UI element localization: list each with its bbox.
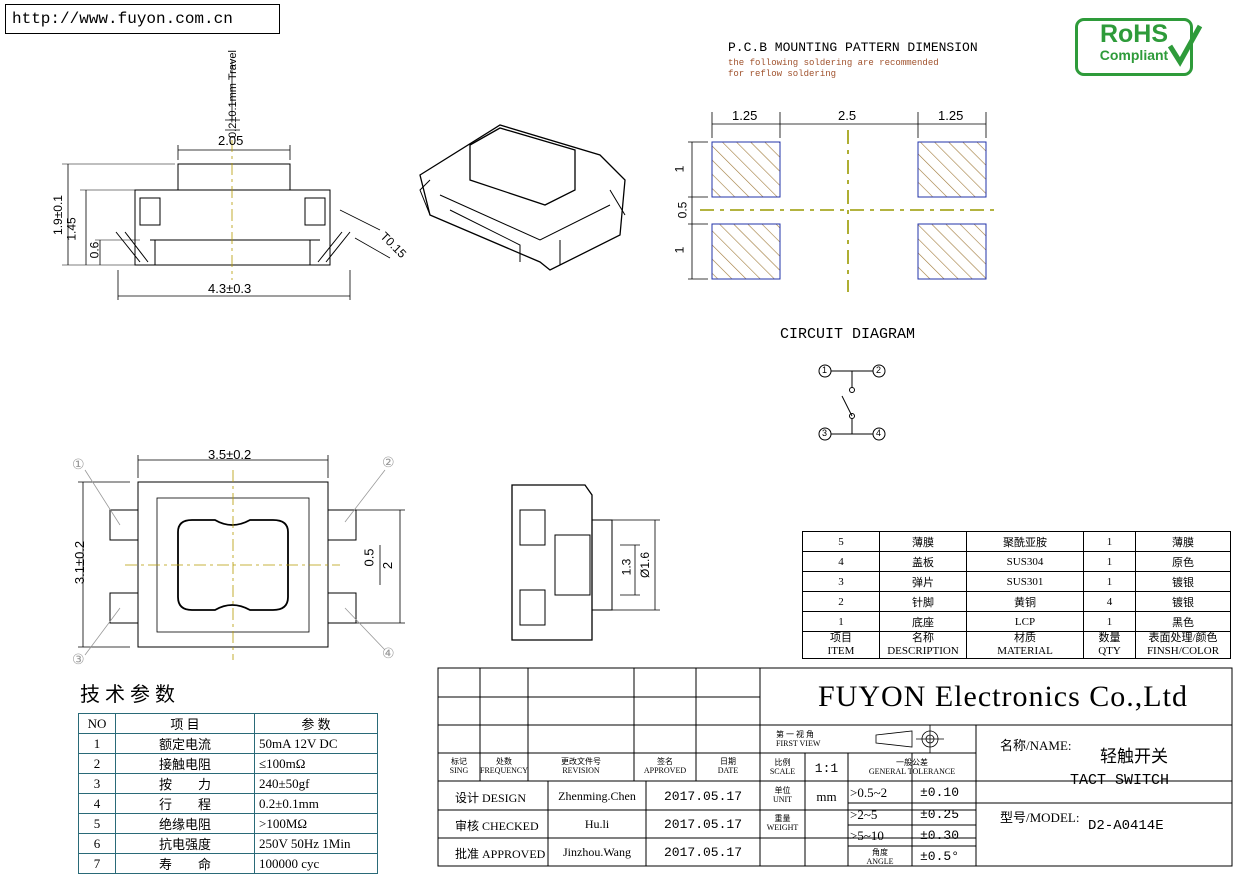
model-value: D2-A0414E xyxy=(1088,818,1164,834)
rev-header-cn: 更改文件号 xyxy=(561,757,601,766)
design-date: 2017.05.17 xyxy=(663,789,742,804)
rev-header-en: APPROVED xyxy=(643,766,687,775)
first-view-cn: 第 一 视 角 xyxy=(776,730,814,739)
rev-header-cn: 签名 xyxy=(657,757,673,766)
checked-label: 审核 CHECKED xyxy=(455,819,539,833)
rev-header-cn: 处数 xyxy=(496,757,512,766)
first-view-icon xyxy=(875,725,944,753)
rev-header-en: REVISION xyxy=(562,766,600,775)
model-label: 型号/MODEL: xyxy=(1000,810,1080,825)
design-label: 设计 DESIGN xyxy=(455,791,526,805)
company-name: FUYON Electronics Co.,Ltd xyxy=(818,680,1188,713)
checked-name: Hu.li xyxy=(584,817,610,831)
unit-cn: 单位 xyxy=(774,786,791,795)
unit-label: 单位 UNIT xyxy=(760,786,805,804)
scale-label: 比例 SCALE xyxy=(760,758,805,776)
tol-value-3: ±0.30 xyxy=(920,828,960,843)
first-view-label: 第 一 视 角 FIRST VIEW xyxy=(776,730,820,748)
unit-en: UNIT xyxy=(772,795,793,804)
angle-en: ANGLE xyxy=(866,857,894,866)
tolerance-label: 一般公差 GENERAL TOLERANCE xyxy=(848,758,976,776)
unit-value: mm xyxy=(816,789,837,804)
weight-en: WEIGHT xyxy=(766,823,799,832)
approved-label: 批准 APPROVED xyxy=(455,847,546,861)
weight-cn: 重量 xyxy=(774,814,791,823)
tolerance-cn: 一般公差 xyxy=(896,758,928,767)
rev-header-en: DATE xyxy=(717,766,739,775)
rev-header-approved: 签名 APPROVED xyxy=(634,757,696,775)
approved-name: Jinzhou.Wang xyxy=(562,845,632,859)
angle-tol: ±0.5° xyxy=(920,849,960,864)
weight-label: 重量 WEIGHT xyxy=(760,814,805,832)
design-name: Zhenming.Chen xyxy=(558,789,636,803)
scale-value: 1:1 xyxy=(814,761,839,776)
tol-range-1: >0.5~2 xyxy=(850,785,888,800)
scale-cn: 比例 xyxy=(774,758,791,767)
scale-en: SCALE xyxy=(769,767,796,776)
name-label: 名称/NAME: xyxy=(1000,738,1072,753)
tol-value-2: ±0.25 xyxy=(920,807,960,822)
tol-range-2: >2~5 xyxy=(850,807,878,822)
product-name-en: TACT SWITCH xyxy=(1070,772,1170,789)
rev-header-revision: 更改文件号 REVISION xyxy=(528,757,634,775)
first-view-en: FIRST VIEW xyxy=(776,739,821,748)
angle-cn: 角度 xyxy=(872,848,888,857)
tol-value-1: ±0.10 xyxy=(920,785,960,800)
product-name-cn: 轻触开关 xyxy=(1100,747,1168,766)
rev-header-en: FREQUENCY xyxy=(480,766,529,775)
rev-header-en: SING xyxy=(449,766,469,775)
tolerance-en: GENERAL TOLERANCE xyxy=(868,767,956,776)
approved-date: 2017.05.17 xyxy=(663,845,742,860)
tol-range-3: >5~10 xyxy=(850,828,884,843)
angle-label: 角度 ANGLE xyxy=(848,848,912,866)
rev-header-sing: 标记 SING xyxy=(440,757,478,775)
rev-header-date: 日期 DATE xyxy=(696,757,760,775)
rev-header-cn: 日期 xyxy=(720,757,736,766)
rev-header-cn: 标记 xyxy=(451,757,467,766)
checked-date: 2017.05.17 xyxy=(663,817,742,832)
rev-header-frequency: 处数 FREQUENCY xyxy=(480,757,528,775)
